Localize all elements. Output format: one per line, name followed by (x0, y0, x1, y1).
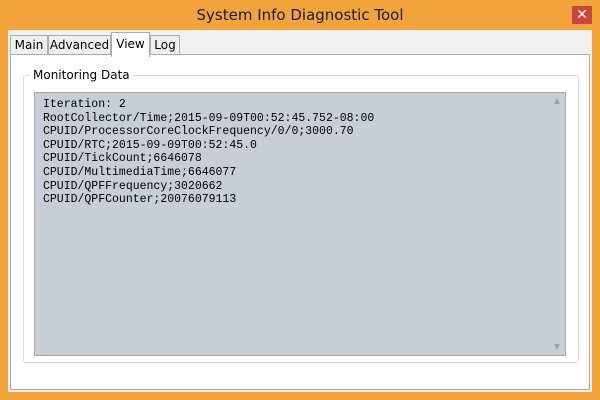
scroll-up-icon[interactable]: ▲ (549, 93, 565, 109)
tab-advanced[interactable]: Advanced (48, 35, 111, 56)
close-button[interactable]: ✕ (572, 6, 592, 24)
window-title: System Info Diagnostic Tool (196, 6, 404, 24)
monitoring-data-textarea[interactable]: Iteration: 2 RootCollector/Time;2015-09-… (34, 92, 566, 356)
monitoring-line: CPUID/ProcessorCoreClockFrequency/0/0;30… (43, 125, 354, 139)
monitoring-data-group: Monitoring Data Iteration: 2 RootCollect… (23, 68, 579, 363)
app-window: System Info Diagnostic Tool ✕ Main Advan… (0, 0, 600, 400)
monitoring-line: Iteration: 2 (43, 98, 126, 111)
title-bar[interactable]: System Info Diagnostic Tool ✕ (0, 0, 600, 30)
client-area: Main Advanced View Log Monitoring Data I… (8, 30, 592, 392)
monitoring-line: CPUID/QPFCounter;20076079113 (43, 193, 237, 207)
monitoring-line: CPUID/MultimediaTime;6646077 (43, 165, 237, 179)
scroll-down-icon[interactable]: ▼ (549, 339, 565, 355)
close-icon: ✕ (576, 7, 588, 23)
tab-main[interactable]: Main (10, 35, 48, 56)
monitoring-line: CPUID/RTC;2015-09-09T00:52:45.0 (43, 138, 257, 152)
view-tab-panel: Monitoring Data Iteration: 2 RootCollect… (10, 54, 590, 390)
monitoring-line: RootCollector/Time;2015-09-09T00:52:45.7… (43, 111, 375, 125)
monitoring-line: CPUID/TickCount;6646078 (43, 152, 202, 166)
tab-strip: Main Advanced View Log (8, 32, 592, 57)
monitoring-line: CPUID/QPFFrequency;3020662 (43, 179, 223, 193)
tab-log[interactable]: Log (150, 35, 180, 56)
tab-view[interactable]: View (111, 32, 150, 57)
monitoring-data-legend: Monitoring Data (30, 68, 133, 82)
vertical-scrollbar[interactable]: ▲ ▼ (549, 93, 565, 355)
